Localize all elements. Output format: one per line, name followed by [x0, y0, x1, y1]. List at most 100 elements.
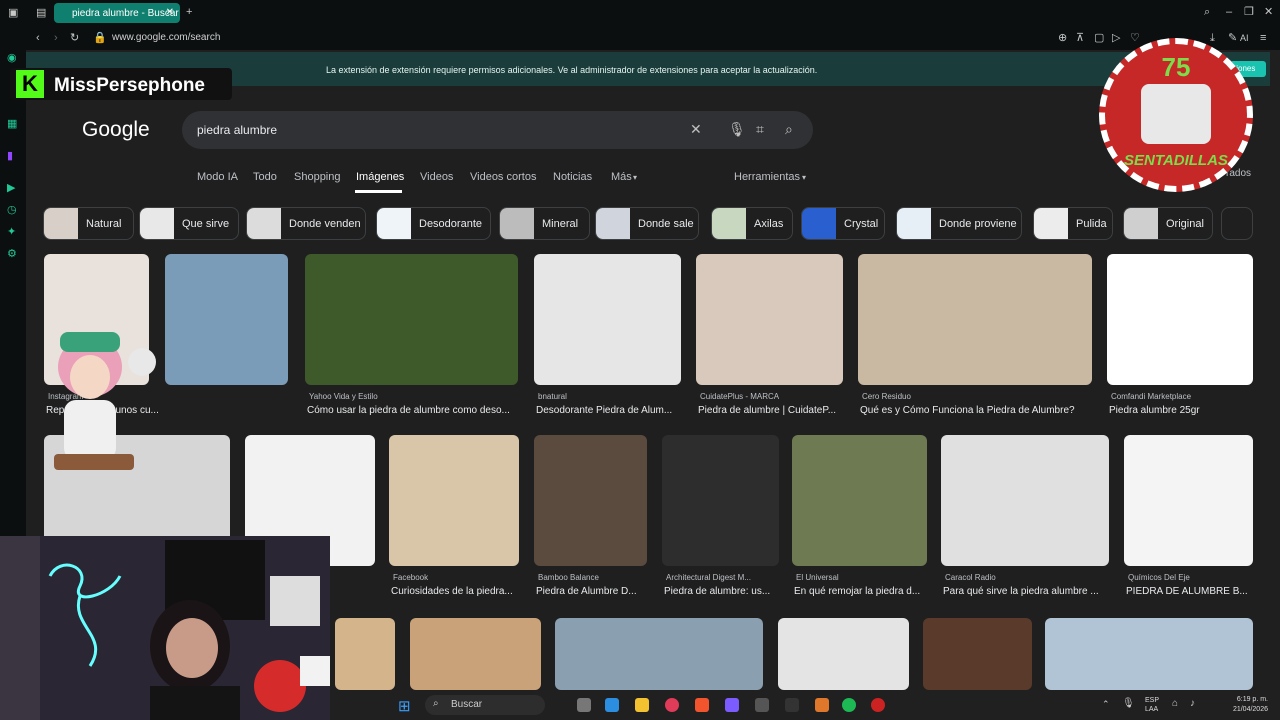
result-image[interactable]	[1045, 618, 1253, 690]
taskbar-search[interactable]: ⌕ Buscar	[425, 695, 545, 715]
result-caption[interactable]: Qué es y Cómo Funciona la Piedra de Alum…	[860, 405, 1102, 416]
tab-grid-icon[interactable]: ▤	[36, 7, 46, 19]
sidebar-settings-icon[interactable]: ⚙	[7, 248, 17, 260]
app2-icon[interactable]	[815, 698, 829, 712]
close-tab-icon[interactable]: ✕	[166, 7, 174, 18]
chevron-down-icon[interactable]: ▾	[633, 173, 637, 182]
result-image[interactable]	[778, 618, 909, 690]
result-source[interactable]: Cero Residuo	[862, 392, 911, 401]
result-image[interactable]	[335, 618, 395, 690]
heart-icon[interactable]: ♡	[1130, 32, 1140, 44]
ai-icon[interactable]: ✎	[1228, 32, 1237, 44]
result-image[interactable]	[1107, 254, 1253, 385]
chip-desodorante[interactable]: Desodorante	[376, 207, 491, 240]
result-image[interactable]	[410, 618, 541, 690]
result-source[interactable]: El Universal	[796, 573, 839, 582]
result-source[interactable]: Bamboo Balance	[538, 573, 599, 582]
network-icon[interactable]: ⌂	[1172, 698, 1178, 709]
menu-icon[interactable]: ≡	[1260, 32, 1266, 44]
result-caption[interactable]: Desodorante Piedra de Alum...	[536, 405, 691, 416]
result-caption[interactable]: PIEDRA DE ALUMBRE B...	[1126, 586, 1263, 597]
browser-tab-active[interactable]: piedra alumbre - Buscar c ✕	[54, 3, 180, 23]
search-icon[interactable]: ⌕	[1204, 6, 1210, 18]
screenshot-icon[interactable]: ▢	[1094, 32, 1104, 44]
chip-crystal[interactable]: Crystal	[801, 207, 885, 240]
search-icon[interactable]: ⌕	[785, 121, 793, 138]
result-source[interactable]: bnatural	[538, 392, 567, 401]
search-input[interactable]: piedra alumbre	[197, 123, 277, 137]
result-image[interactable]	[555, 618, 763, 690]
search-box[interactable]: piedra alumbre ✕ 🎙 ⌗ ⌕	[182, 111, 813, 149]
result-image[interactable]	[923, 618, 1032, 690]
maximize-icon[interactable]: ❐	[1244, 6, 1254, 18]
tab-mas[interactable]: Más	[611, 171, 632, 183]
chip-original[interactable]: Original	[1123, 207, 1213, 240]
result-image[interactable]	[165, 254, 288, 385]
edge-icon[interactable]	[605, 698, 619, 712]
app3-icon[interactable]	[871, 698, 885, 712]
microphone-icon[interactable]: 🎙	[728, 121, 746, 138]
spotify-icon[interactable]	[842, 698, 856, 712]
sidebar-mail-icon[interactable]: ▦	[7, 118, 17, 130]
sidebar-clock-icon[interactable]: ◷	[7, 204, 17, 216]
tab-videos-cortos[interactable]: Videos cortos	[470, 171, 536, 183]
tools-chevron-icon[interactable]: ▾	[802, 173, 806, 182]
back-icon[interactable]: ‹	[36, 32, 40, 44]
taskbar-clock[interactable]: 6:19 p. m. 21/04/2026	[1233, 695, 1268, 715]
result-caption[interactable]: Para qué sirve la piedra alumbre ...	[943, 586, 1119, 597]
close-window-icon[interactable]: ✕	[1264, 6, 1273, 18]
browser-menu-icon[interactable]: ▣	[8, 7, 18, 19]
sidebar-twitch-icon[interactable]: ▮	[7, 150, 13, 162]
ai-label[interactable]: AI	[1240, 32, 1249, 44]
clear-search-icon[interactable]: ✕	[690, 121, 702, 138]
mic-tray-icon[interactable]: 🎙	[1122, 698, 1135, 709]
result-image[interactable]	[534, 254, 681, 385]
result-caption[interactable]: Piedra de Alumbre D...	[536, 586, 657, 597]
result-caption[interactable]: Cómo usar la piedra de alumbre como deso…	[307, 405, 528, 416]
app-icon[interactable]	[755, 698, 769, 712]
minimize-icon[interactable]: –	[1226, 6, 1232, 18]
chip-mineral[interactable]: Mineral	[499, 207, 590, 240]
result-image[interactable]	[305, 254, 518, 385]
brave-icon[interactable]	[695, 698, 709, 712]
result-image[interactable]	[792, 435, 927, 566]
epic-icon[interactable]	[785, 698, 799, 712]
result-image[interactable]	[1124, 435, 1253, 566]
download-icon[interactable]: ⤓	[1210, 32, 1215, 44]
result-source[interactable]: Architectural Digest M...	[666, 573, 751, 582]
result-caption[interactable]: Piedra alumbre 25gr	[1109, 405, 1263, 416]
tab-videos[interactable]: Videos	[420, 171, 453, 183]
task-view-icon[interactable]	[577, 698, 591, 712]
sidebar-play-icon[interactable]: ▶	[7, 182, 15, 194]
folder-icon[interactable]	[635, 698, 649, 712]
copilot-icon[interactable]	[725, 698, 739, 712]
tab-imagenes[interactable]: Imágenes	[356, 171, 404, 183]
result-caption[interactable]: Piedra de alumbre | CuidateP...	[698, 405, 853, 416]
pin-icon[interactable]: ⊼	[1076, 32, 1084, 44]
result-image[interactable]	[941, 435, 1109, 566]
play-icon[interactable]: ▷	[1112, 32, 1120, 44]
chip-more[interactable]	[1221, 207, 1253, 240]
sidebar-puzzle-icon[interactable]: ✦	[7, 226, 16, 238]
result-source[interactable]: Caracol Radio	[945, 573, 996, 582]
volume-icon[interactable]: ♪	[1190, 698, 1195, 709]
zoom-icon[interactable]: ⊕	[1058, 32, 1067, 44]
result-image[interactable]	[389, 435, 519, 566]
result-image[interactable]	[696, 254, 843, 385]
chip-natural[interactable]: Natural	[43, 207, 134, 240]
new-tab-icon[interactable]: +	[186, 6, 192, 18]
forward-icon[interactable]: ›	[54, 32, 58, 44]
result-source[interactable]: Facebook	[393, 573, 428, 582]
google-logo[interactable]: Google	[82, 118, 150, 142]
chip-que-sirve[interactable]: Que sirve	[139, 207, 239, 240]
tab-noticias[interactable]: Noticias	[553, 171, 592, 183]
result-image[interactable]	[662, 435, 779, 566]
chip-donde-proviene[interactable]: Donde proviene	[896, 207, 1022, 240]
language-indicator[interactable]: ESP LAA	[1145, 696, 1167, 714]
opera-icon[interactable]	[665, 698, 679, 712]
tab-modo-ia[interactable]: Modo IA	[197, 171, 238, 183]
result-source[interactable]: Químicos Del Eje	[1128, 573, 1190, 582]
tools-button[interactable]: Herramientas	[734, 171, 800, 183]
result-image[interactable]	[534, 435, 647, 566]
result-source[interactable]: Yahoo Vida y Estilo	[309, 392, 378, 401]
